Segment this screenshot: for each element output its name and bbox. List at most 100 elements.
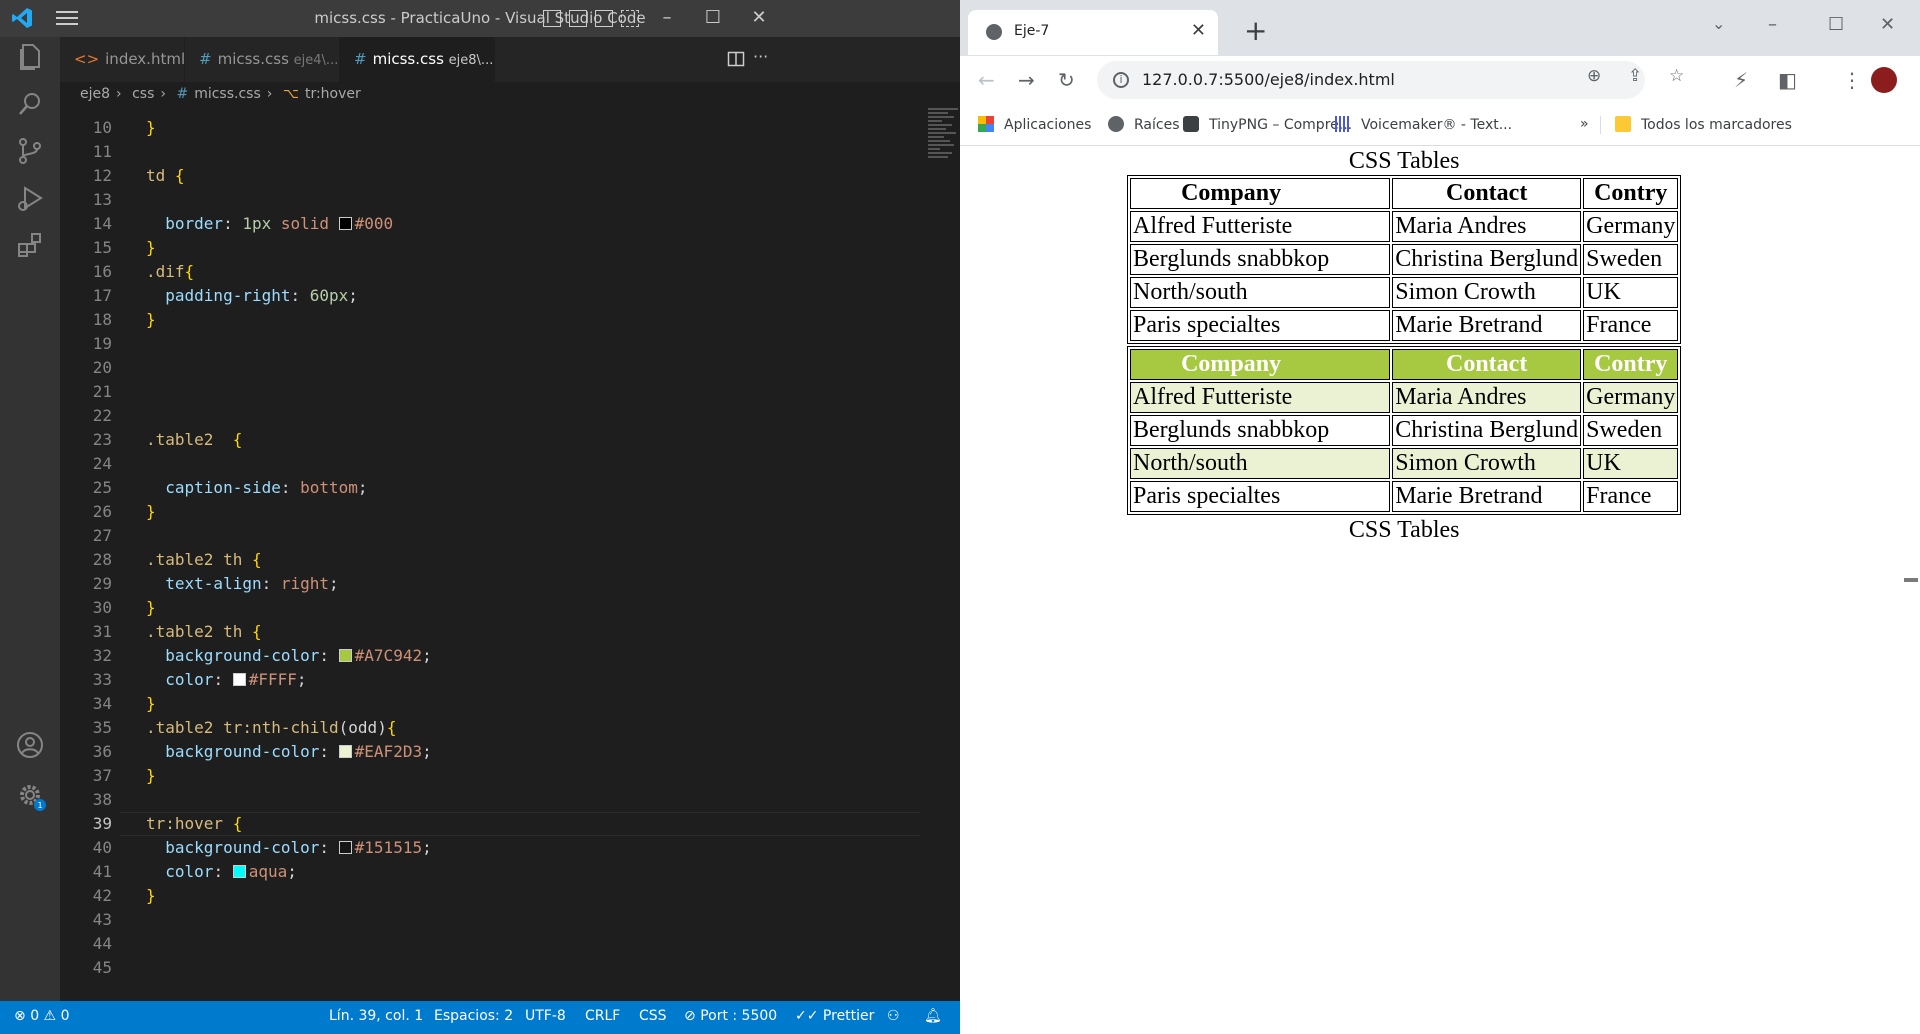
more-bookmarks-icon[interactable]: » [1580,116,1589,132]
code-line[interactable]: 24 [60,452,920,476]
code-line[interactable]: 10} [60,116,920,140]
language-mode[interactable]: CSS [639,1008,667,1024]
code-line[interactable]: 37} [60,764,920,788]
minimap[interactable] [928,108,960,198]
run-debug-icon[interactable] [12,180,48,216]
code-line[interactable]: 34} [60,692,920,716]
notifications-bell-icon[interactable]: 🔔︎ [924,1008,942,1024]
code-line[interactable]: 44 [60,932,920,956]
bookmark-tinypng[interactable]: TinyPNG – Compre... [1183,116,1352,133]
tab-index-html[interactable]: <> index.html [60,37,185,82]
code-line[interactable]: 32 background-color: #A7C942; [60,644,920,668]
bookmark-apps[interactable]: Aplicaciones [978,116,1091,133]
code-line[interactable]: 42} [60,884,920,908]
maximize-icon[interactable]: ☐ [1828,14,1844,35]
prettier-status[interactable]: ✓✓ Prettier [795,1008,874,1024]
minimize-icon[interactable]: – [655,6,679,30]
chrome-menu-icon[interactable]: ⋮ [1842,68,1862,92]
color-swatch[interactable] [338,745,352,758]
color-swatch[interactable] [338,217,352,230]
code-line[interactable]: 26} [60,500,920,524]
color-swatch[interactable] [232,865,246,878]
code-line[interactable]: 31 .table2 th { [60,620,920,644]
code-line[interactable]: 12 td { [60,164,920,188]
new-tab-icon[interactable]: + [1244,14,1267,47]
code-line[interactable]: 14 border: 1px solid #000 [60,212,920,236]
breadcrumb-file[interactable]: micss.css [194,86,261,102]
code-line[interactable]: 13 [60,188,920,212]
code-line[interactable]: 15} [60,236,920,260]
code-line[interactable]: 35 .table2 tr:nth-child(odd){ [60,716,920,740]
customize-layout-icon[interactable] [621,10,639,27]
code-line[interactable]: 20 [60,356,920,380]
tab-micss-eje8[interactable]: #micss.css eje8\...✕ [340,37,495,82]
bookmark-voicemaker[interactable]: Voicemaker® - Text... [1335,116,1512,133]
accounts-icon[interactable] [12,727,48,763]
code-line[interactable]: 30} [60,596,920,620]
bookmark-star-icon[interactable]: ☆ [1669,66,1684,86]
scrollbar[interactable] [1904,578,1918,582]
breadcrumb-symbol[interactable]: tr:hover [305,86,361,102]
color-swatch[interactable] [232,673,246,686]
breadcrumb-folder[interactable]: css [132,86,154,102]
code-line[interactable]: 33 color: #FFFF; [60,668,920,692]
code-line[interactable]: 18} [60,308,920,332]
browser-tab[interactable]: Eje-7 ✕ [968,10,1218,55]
settings-gear-icon[interactable]: 1 [12,777,48,813]
cursor-position[interactable]: Lín. 39, col. 1 [329,1008,423,1024]
code-line[interactable]: 41 color: aqua; [60,860,920,884]
tab-micss-eje4[interactable]: # micss.css eje4\... [185,37,340,82]
code-line[interactable]: 36 background-color: #EAF2D3; [60,740,920,764]
back-icon[interactable]: ← [978,68,995,92]
problems-indicator[interactable]: ⊗ 0 ⚠ 0 [14,1008,69,1024]
site-info-icon[interactable]: i [1113,72,1129,88]
source-control-icon[interactable] [12,133,48,169]
bookmark-raices[interactable]: Raíces [1108,116,1180,133]
encoding[interactable]: UTF-8 [525,1008,566,1024]
more-actions-icon[interactable]: ··· [753,47,768,66]
color-swatch[interactable] [338,649,352,662]
zoom-icon[interactable]: ⊕ [1587,66,1601,86]
extensions-icon[interactable] [12,227,48,263]
extension-icon[interactable]: ⚡ [1734,68,1748,92]
code-line[interactable]: 43 [60,908,920,932]
explorer-icon[interactable] [12,39,48,75]
close-window-icon[interactable]: ✕ [1880,14,1895,35]
code-line[interactable]: 38 [60,788,920,812]
maximize-icon[interactable]: ☐ [701,6,725,30]
code-line[interactable]: 21 [60,380,920,404]
code-editor[interactable]: 10} 11 12 td {13 14 border: 1px solid #000 15… [60,108,960,1001]
close-tab-icon[interactable]: ✕ [1191,20,1206,41]
code-line[interactable]: 45 [60,956,920,980]
code-line[interactable]: 17 padding-right: 60px; [60,284,920,308]
split-editor-icon[interactable] [727,50,745,68]
address-bar[interactable]: i 127.0.0.7:5500/eje8/index.html [1097,61,1645,99]
reload-icon[interactable]: ↻ [1058,68,1075,92]
code-line[interactable]: 28 .table2 th { [60,548,920,572]
feedback-icon[interactable]: ⚇ [887,1008,900,1024]
share-icon[interactable]: ⇪ [1628,66,1642,86]
code-line[interactable]: 11 [60,140,920,164]
toggle-primary-sidebar-icon[interactable] [543,10,561,27]
side-panel-icon[interactable]: ◧ [1778,68,1797,92]
code-line[interactable]: 16 .dif{ [60,260,920,284]
toggle-panel-icon[interactable] [569,10,587,27]
code-line[interactable]: 40 background-color: #151515; [60,836,920,860]
line-ending[interactable]: CRLF [585,1008,620,1024]
color-swatch[interactable] [338,841,352,854]
code-line[interactable]: 27 [60,524,920,548]
tab-search-chevron-icon[interactable]: ⌄ [1712,14,1725,33]
indentation[interactable]: Espacios: 2 [434,1008,513,1024]
breadcrumb-folder[interactable]: eje8 [80,86,110,102]
code-line[interactable]: 22 [60,404,920,428]
forward-icon[interactable]: → [1018,68,1035,92]
minimize-icon[interactable]: – [1768,14,1777,35]
all-bookmarks[interactable]: Todos los marcadores [1615,116,1792,133]
code-line[interactable]: 39 tr:hover { [60,812,920,836]
toggle-secondary-sidebar-icon[interactable] [595,10,613,27]
code-line[interactable]: 19 [60,332,920,356]
code-line[interactable]: 23 .table2 { [60,428,920,452]
code-line[interactable]: 25 caption-side: bottom; [60,476,920,500]
live-server-port[interactable]: ⊘ Port : 5500 [684,1008,777,1024]
code-line[interactable]: 29 text-align: right; [60,572,920,596]
